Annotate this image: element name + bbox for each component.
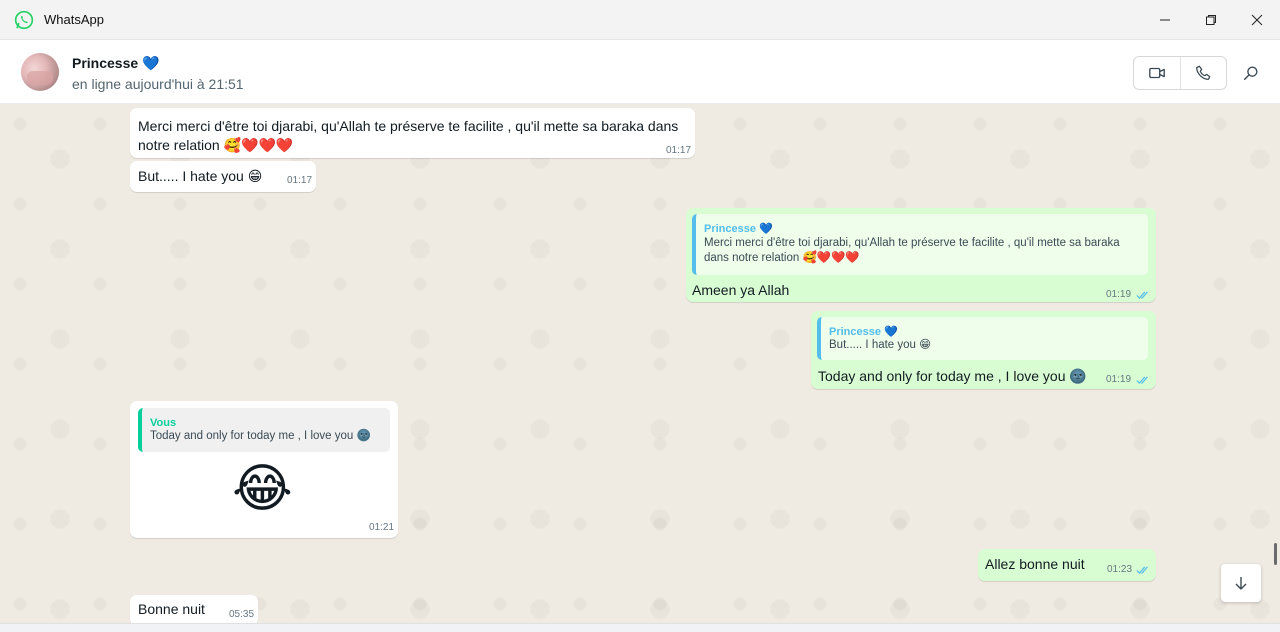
scrollbar-thumb[interactable]	[1274, 543, 1277, 565]
quote-text: But..... I hate you 😁	[829, 339, 932, 351]
app-title: WhatsApp	[44, 12, 104, 27]
quote-text: Merci merci d'être toi djarabi, qu'Allah…	[704, 237, 1120, 264]
message-text: Today and only for today me , I love you…	[818, 368, 1087, 384]
voice-call-button[interactable]	[1179, 57, 1227, 89]
message-outgoing[interactable]: Princesse 💙 But..... I hate you 😁 Today …	[811, 311, 1156, 389]
contact-name[interactable]: Princesse 💙	[72, 55, 159, 72]
message-outgoing[interactable]: Allez bonne nuit 01:23	[978, 549, 1156, 581]
quoted-message[interactable]: Vous Today and only for today me , I lov…	[138, 408, 390, 452]
whatsapp-logo-icon	[14, 10, 34, 29]
scroll-to-bottom-button[interactable]	[1221, 564, 1261, 602]
message-text: But..... I hate you 😁	[138, 168, 263, 184]
close-icon	[1251, 14, 1263, 26]
message-incoming[interactable]: Bonne nuit 05:35	[130, 595, 258, 623]
message-text: Ameen ya Allah	[692, 282, 790, 298]
message-time: 01:17	[666, 145, 692, 156]
minimize-icon	[1160, 19, 1170, 21]
video-call-icon	[1148, 67, 1165, 79]
maximize-button[interactable]	[1188, 0, 1234, 40]
title-bar: WhatsApp	[0, 0, 1280, 40]
close-button[interactable]	[1234, 0, 1280, 40]
message-text: Allez bonne nuit	[985, 556, 1085, 572]
minimize-button[interactable]	[1142, 0, 1188, 40]
message-time: 01:23	[1107, 564, 1133, 575]
message-time: 05:35	[229, 609, 255, 620]
double-check-icon	[1136, 566, 1148, 574]
message-time: 01:17	[287, 175, 313, 186]
double-check-icon	[1136, 291, 1148, 299]
chat-area[interactable]: Merci merci d'être toi djarabi, qu'Allah…	[0, 104, 1280, 623]
quoted-message[interactable]: Princesse 💙 But..... I hate you 😁	[817, 317, 1148, 360]
video-call-button[interactable]	[1134, 57, 1180, 89]
restore-icon	[1206, 15, 1216, 25]
chat-header: Princesse 💙 en ligne aujourd'hui à 21:51	[0, 40, 1280, 104]
double-check-icon	[1136, 376, 1148, 384]
contact-status: en ligne aujourd'hui à 21:51	[72, 76, 244, 92]
voice-call-icon	[1196, 65, 1211, 80]
message-text: Merci merci d'être toi djarabi, qu'Allah…	[138, 118, 679, 153]
quoted-message[interactable]: Princesse 💙 Merci merci d'être toi djara…	[692, 214, 1148, 275]
message-incoming[interactable]: Vous Today and only for today me , I lov…	[130, 401, 398, 538]
search-button[interactable]	[1240, 62, 1262, 84]
call-button-group	[1133, 56, 1227, 90]
message-incoming[interactable]: Merci merci d'être toi djarabi, qu'Allah…	[130, 108, 695, 158]
message-incoming[interactable]: But..... I hate you 😁 01:17	[130, 161, 316, 192]
composer-edge	[0, 623, 1280, 632]
avatar[interactable]	[21, 53, 59, 91]
arrow-down-icon	[1235, 577, 1247, 590]
window-controls	[1142, 0, 1280, 40]
message-time: 01:21	[369, 522, 395, 533]
emoji-message: 😂	[232, 460, 293, 518]
message-outgoing[interactable]: Princesse 💙 Merci merci d'être toi djara…	[686, 208, 1156, 302]
message-text: Bonne nuit	[138, 601, 205, 617]
message-time: 01:19	[1106, 374, 1132, 385]
search-icon	[1243, 66, 1258, 81]
quote-text: Today and only for today me , I love you…	[150, 430, 371, 442]
message-time: 01:19	[1106, 289, 1132, 300]
